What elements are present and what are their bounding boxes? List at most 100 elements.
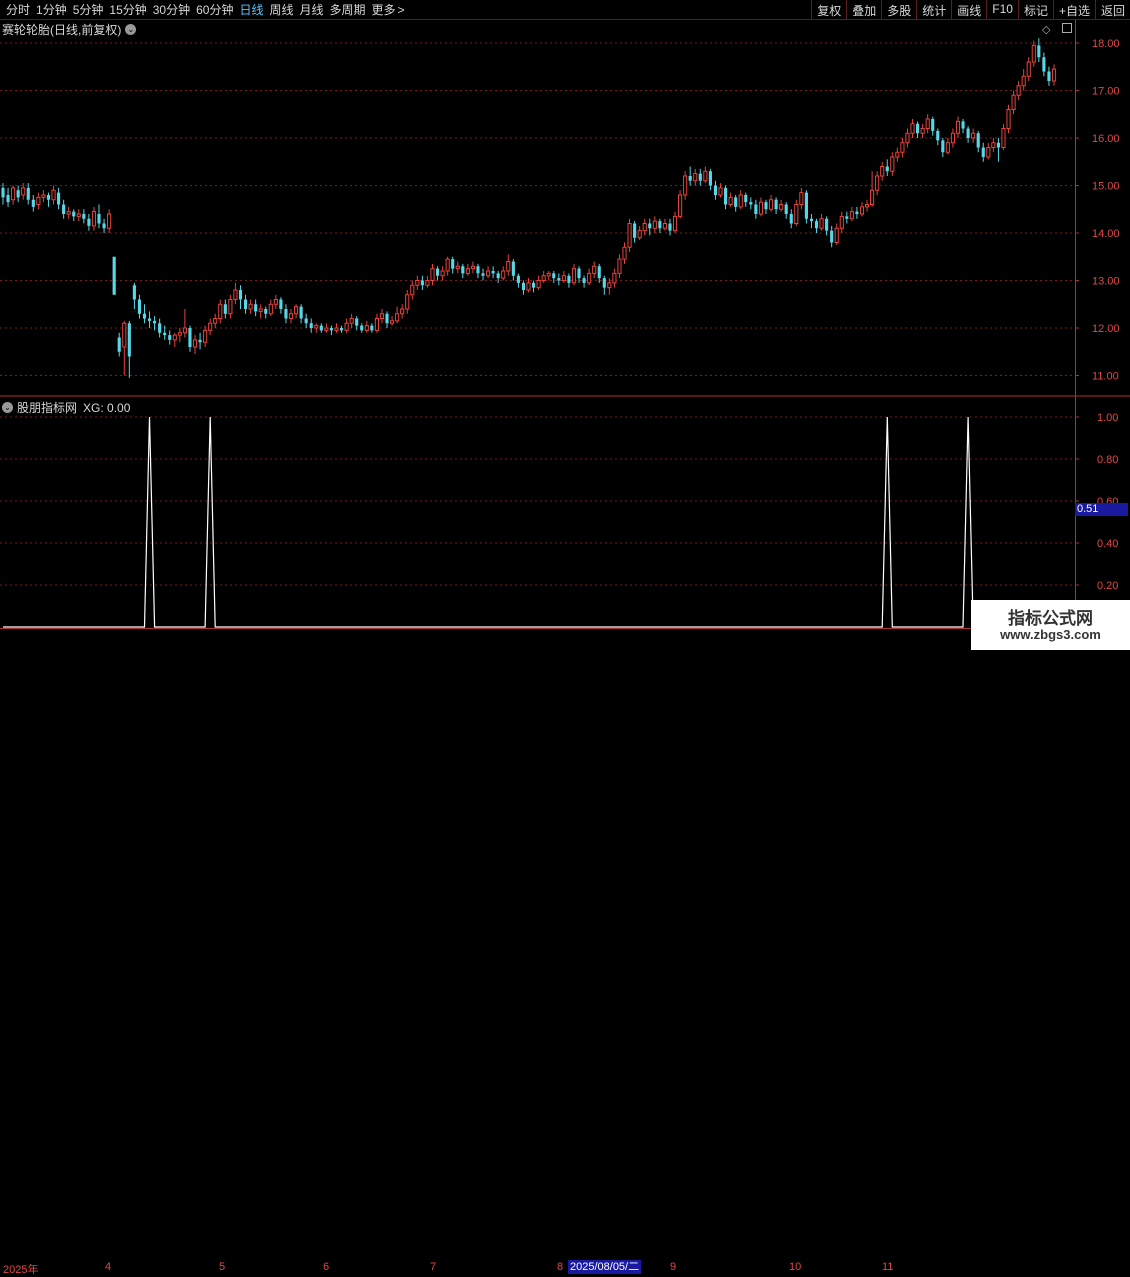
indicator-tick-label: 1.00 bbox=[1097, 412, 1118, 424]
candle-body bbox=[1047, 71, 1051, 81]
candle-body bbox=[834, 227, 839, 243]
candle-body bbox=[91, 211, 97, 227]
candle-body bbox=[637, 230, 642, 239]
candle-body bbox=[455, 265, 460, 270]
candle-body bbox=[945, 142, 950, 153]
candle-body bbox=[284, 309, 288, 319]
diamond-icon[interactable]: ◇ bbox=[1042, 24, 1050, 36]
candle-body bbox=[941, 140, 945, 153]
candle-body bbox=[82, 214, 86, 219]
candle-body bbox=[344, 322, 349, 331]
price-tick-label: 16.00 bbox=[1092, 133, 1120, 145]
candle-body bbox=[895, 151, 900, 158]
candle-body bbox=[163, 332, 167, 336]
candle-body bbox=[168, 335, 172, 340]
candle-body bbox=[208, 322, 213, 331]
date-label: 7 bbox=[430, 1261, 437, 1273]
candle-body bbox=[435, 268, 440, 276]
candle-body bbox=[1016, 85, 1021, 96]
candle-body bbox=[633, 223, 637, 238]
candle-body bbox=[264, 309, 268, 314]
candle-body bbox=[567, 275, 571, 283]
candle-body bbox=[258, 308, 263, 312]
candle-body bbox=[617, 258, 622, 274]
candle-body bbox=[855, 211, 859, 214]
candle-body bbox=[182, 327, 187, 334]
candle-body bbox=[642, 223, 647, 232]
watermark-url: www.zbgs3.com bbox=[1000, 627, 1101, 642]
candle-body bbox=[51, 189, 56, 201]
candle-body bbox=[622, 246, 627, 260]
candle-body bbox=[627, 223, 632, 248]
date-label: 4 bbox=[105, 1261, 112, 1273]
candle-body bbox=[920, 128, 925, 134]
candle-body bbox=[127, 323, 131, 357]
panel-toggle-icon[interactable] bbox=[1061, 23, 1072, 33]
candle-body bbox=[451, 259, 455, 269]
candle-body bbox=[233, 289, 238, 300]
candle-body bbox=[552, 273, 556, 279]
candle-body bbox=[117, 337, 121, 352]
candle-body bbox=[981, 147, 985, 157]
candle-body bbox=[102, 223, 106, 229]
candle-body bbox=[177, 332, 182, 336]
date-label: 6 bbox=[323, 1261, 330, 1273]
candle-body bbox=[192, 339, 198, 348]
candle-body bbox=[410, 284, 415, 296]
candle-body bbox=[648, 223, 652, 229]
candle-body bbox=[587, 272, 592, 284]
candle-body bbox=[16, 190, 20, 198]
candle-body bbox=[931, 119, 935, 131]
price-tick-label: 14.00 bbox=[1092, 228, 1120, 240]
candlestick-series bbox=[1, 38, 1057, 378]
candle-body bbox=[288, 313, 294, 319]
candle-body bbox=[26, 187, 30, 200]
candle-body bbox=[481, 273, 485, 276]
cursor-date: 2025/08/05/二 bbox=[568, 1260, 642, 1274]
candle-body bbox=[799, 192, 804, 205]
candle-body bbox=[1026, 61, 1031, 77]
candle-body bbox=[279, 299, 283, 309]
candle-body bbox=[137, 299, 141, 314]
candle-body bbox=[764, 202, 768, 210]
candle-body bbox=[870, 189, 875, 205]
chevron-down-icon[interactable]: ⌄ bbox=[125, 24, 137, 35]
candle-body bbox=[1, 187, 5, 198]
chart-canvas[interactable]: 18.00 17.00 16.00 15.00 14.00 13.00 12.00 11.00… bbox=[0, 0, 1130, 650]
date-label: 11 bbox=[882, 1261, 894, 1273]
candle-body bbox=[339, 328, 344, 331]
candle-body bbox=[11, 187, 16, 201]
candle-body bbox=[916, 123, 920, 134]
candle-body bbox=[370, 325, 374, 331]
candle-body bbox=[936, 130, 940, 141]
candle-body bbox=[46, 195, 51, 200]
candle-body bbox=[1006, 109, 1011, 129]
candle-body bbox=[607, 282, 612, 289]
candle-body bbox=[652, 220, 657, 229]
price-tick-label: 18.00 bbox=[1092, 38, 1120, 50]
candle-body bbox=[602, 278, 606, 288]
xg-signal-line bbox=[3, 416, 1054, 628]
candle-body bbox=[577, 268, 581, 279]
candle-body bbox=[971, 132, 976, 139]
candle-body bbox=[804, 192, 808, 219]
candle-body bbox=[794, 204, 799, 224]
candle-body bbox=[1037, 45, 1041, 58]
candle-body bbox=[557, 278, 561, 281]
candle-body bbox=[218, 303, 223, 319]
candle-body bbox=[355, 318, 359, 326]
candle-body bbox=[986, 147, 991, 158]
candle-body bbox=[758, 201, 763, 215]
candle-body bbox=[754, 204, 758, 214]
candle-body bbox=[476, 266, 480, 274]
price-tick-label: 13.00 bbox=[1092, 276, 1120, 288]
price-tick-label: 11.00 bbox=[1092, 371, 1119, 383]
chevron-down-icon[interactable]: ⌄ bbox=[2, 402, 13, 413]
candle-body bbox=[66, 211, 71, 215]
watermark-title: 指标公式网 bbox=[1008, 609, 1093, 628]
candle-body bbox=[819, 218, 824, 229]
candle-body bbox=[506, 261, 511, 272]
candle-body bbox=[41, 194, 46, 198]
date-label: 8 bbox=[557, 1261, 564, 1273]
candle-body bbox=[784, 204, 788, 214]
